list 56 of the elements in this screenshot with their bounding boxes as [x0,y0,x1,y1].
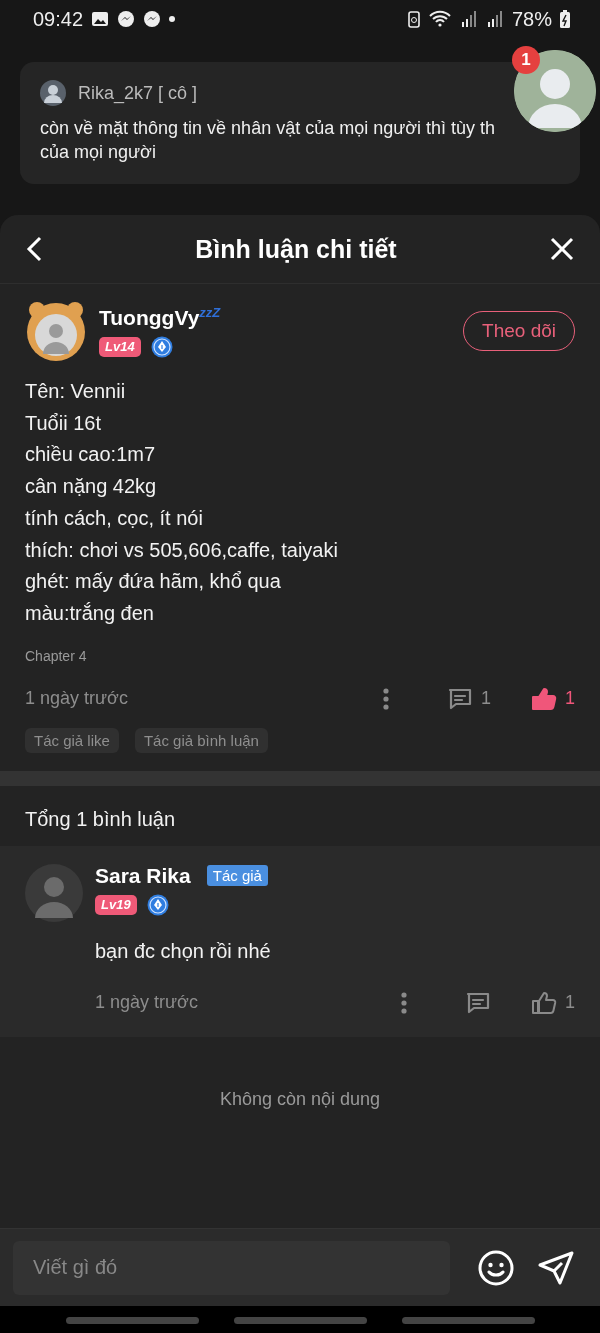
more-icon[interactable] [401,991,407,1014]
signal-icon [485,10,504,28]
messenger-icon [143,10,162,28]
comment-line: cân nặng 42kg [25,474,158,500]
chapter-label: Chapter 4 [25,647,88,664]
comment-input[interactable]: Viết gì đó [13,1240,450,1295]
battery-percent: 78% [511,7,552,31]
comment-line: tính cách, cọc, ít nói [25,505,204,531]
avatar [25,863,83,922]
sheet-title: Bình luận chi tiết [194,234,398,264]
like-count: 1 [565,992,575,1014]
thumbs-up-icon[interactable] [531,990,557,1015]
signal-icon [459,10,478,28]
sender-name: Rika_2k7 [ cô ] [78,82,198,104]
avatar [25,300,87,362]
nav-bar-handle[interactable] [65,1316,199,1324]
tag: Tác giả bình luận [134,727,268,753]
wifi-icon [427,10,452,28]
timestamp: 1 ngày trước [25,688,129,710]
messenger-icon [117,10,136,28]
comment-icon[interactable] [465,990,491,1015]
end-of-list-text: Không còn nội dung [218,1088,382,1110]
notification-badge: 1 [512,46,540,74]
tag: Tác giả like [25,727,119,753]
comment-line: chiều cao:1m7 [25,442,157,468]
thumbs-up-icon[interactable] [531,686,557,711]
comment-total: Tổng 1 bình luận [24,806,177,832]
timestamp: 1 ngày trước [95,992,199,1014]
avatar [40,80,66,106]
author-name[interactable]: TuonggVy$^{zzZ}$ [99,304,452,330]
clock: 09:42 [33,7,84,31]
reply-text: bạn đc chọn rồi nhé [95,939,272,963]
comment-line: màu:trắng đen [25,600,155,626]
back-icon[interactable] [26,236,42,262]
like-count: 1 [565,688,575,710]
comment-icon[interactable] [446,686,473,711]
author-badge: Tác giả [206,865,268,887]
message-line: của mọi người [40,141,157,164]
battery-icon [560,10,570,28]
close-icon[interactable] [550,237,574,261]
comment-line: thích: chơi vs 505,606,caffe, taiyaki [25,537,339,563]
image-icon [91,11,110,27]
comment-line: ghét: mấy đứa hãm, khổ qua [25,569,282,595]
nav-bar-handle[interactable] [233,1316,367,1324]
more-icon[interactable] [382,687,389,710]
comment-line: Tuổii 16t [25,410,102,436]
reply-count: 1 [480,688,491,710]
comment-line: Tên: Vennii [25,379,127,404]
level-badge: Lv14 [99,336,141,357]
dot-icon [169,16,176,22]
emoji-icon[interactable] [478,1249,514,1286]
author-name[interactable]: Sara Rika [95,863,191,888]
message-line: còn về mặt thông tin về nhân vật của mọi người thì tùy th [40,117,497,140]
level-badge: Lv19 [95,894,137,915]
nav-bar-handle[interactable] [401,1316,535,1324]
send-icon[interactable] [538,1250,574,1285]
